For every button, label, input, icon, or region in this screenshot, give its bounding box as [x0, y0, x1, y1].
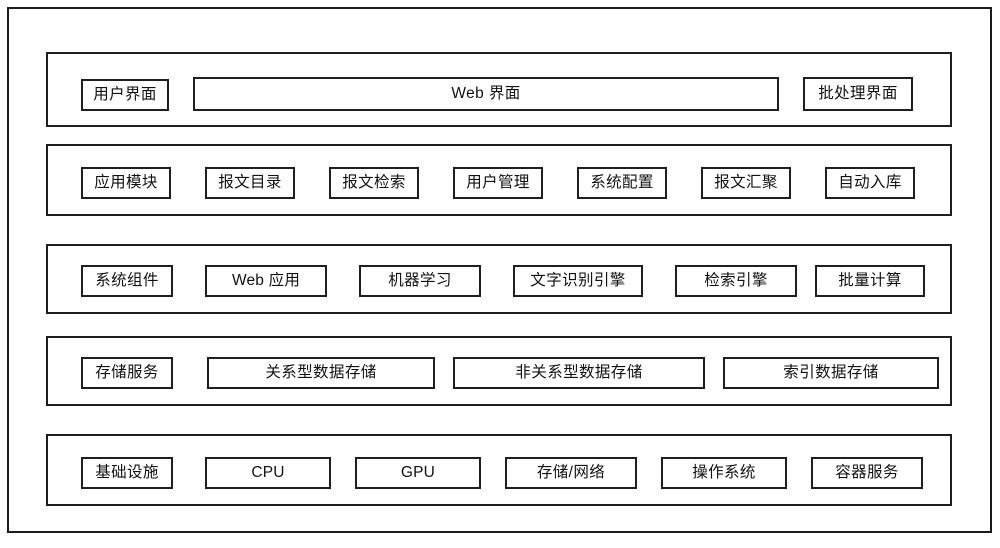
node-machine-learning[interactable]: 机器学习 — [359, 265, 481, 297]
node-system-configuration[interactable]: 系统配置 — [577, 167, 667, 199]
architecture-diagram: 用户界面 Web 界面 批处理界面 应用模块 报文目录 报文检索 用户管理 系统… — [0, 0, 1000, 548]
layer-band-infrastructure: 基础设施 CPU GPU 存储/网络 操作系统 容器服务 — [46, 434, 952, 506]
node-relational-storage[interactable]: 关系型数据存储 — [207, 357, 435, 389]
node-cpu[interactable]: CPU — [205, 457, 331, 489]
node-auto-ingest[interactable]: 自动入库 — [825, 167, 915, 199]
node-message-catalog[interactable]: 报文目录 — [205, 167, 295, 199]
node-container-service[interactable]: 容器服务 — [811, 457, 923, 489]
node-search-engine[interactable]: 检索引擎 — [675, 265, 797, 297]
node-operating-system[interactable]: 操作系统 — [661, 457, 787, 489]
node-batch-interface[interactable]: 批处理界面 — [803, 77, 913, 111]
layer-label-application-module[interactable]: 应用模块 — [81, 167, 171, 199]
node-user-management[interactable]: 用户管理 — [453, 167, 543, 199]
layer-band-system-component: 系统组件 Web 应用 机器学习 文字识别引擎 检索引擎 批量计算 — [46, 244, 952, 314]
node-non-relational-storage[interactable]: 非关系型数据存储 — [453, 357, 705, 389]
node-web-interface[interactable]: Web 界面 — [193, 77, 779, 111]
diagram-outer-frame: 用户界面 Web 界面 批处理界面 应用模块 报文目录 报文检索 用户管理 系统… — [7, 7, 992, 533]
layer-band-user-interface: 用户界面 Web 界面 批处理界面 — [46, 52, 952, 127]
node-message-search[interactable]: 报文检索 — [329, 167, 419, 199]
layer-band-application-module: 应用模块 报文目录 报文检索 用户管理 系统配置 报文汇聚 自动入库 — [46, 144, 952, 216]
node-batch-computing[interactable]: 批量计算 — [815, 265, 925, 297]
node-gpu[interactable]: GPU — [355, 457, 481, 489]
node-index-storage[interactable]: 索引数据存储 — [723, 357, 939, 389]
layer-band-storage-service: 存储服务 关系型数据存储 非关系型数据存储 索引数据存储 — [46, 336, 952, 406]
node-storage-network[interactable]: 存储/网络 — [505, 457, 637, 489]
node-ocr-engine[interactable]: 文字识别引擎 — [513, 265, 643, 297]
layer-label-infrastructure[interactable]: 基础设施 — [81, 457, 173, 489]
layer-label-user-interface[interactable]: 用户界面 — [81, 79, 169, 111]
node-message-aggregation[interactable]: 报文汇聚 — [701, 167, 791, 199]
layer-label-storage-service[interactable]: 存储服务 — [81, 357, 173, 389]
layer-label-system-component[interactable]: 系统组件 — [81, 265, 173, 297]
node-web-application[interactable]: Web 应用 — [205, 265, 327, 297]
